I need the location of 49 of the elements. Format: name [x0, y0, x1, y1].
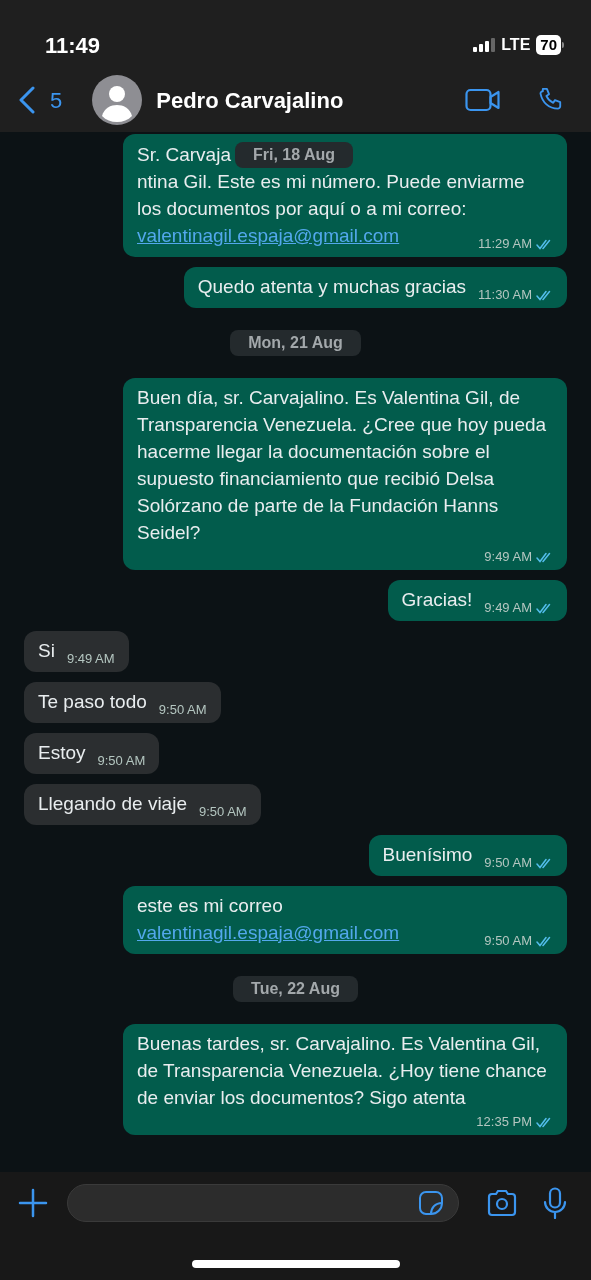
message-time: 12:35 PM — [476, 1114, 532, 1130]
message-time: 9:50 AM — [198, 804, 247, 820]
email-link[interactable]: valentinagil.espaja@gmail.com — [137, 919, 400, 946]
message-text: este es mi correo — [137, 894, 284, 918]
unread-count[interactable]: 5 — [50, 83, 63, 117]
message-text: Gracias! — [401, 588, 473, 612]
message-text: Quedo atenta y muchas gracias — [197, 275, 467, 299]
message-time: 11:30 AM — [478, 287, 532, 303]
message-time: 9:49 AM — [484, 600, 532, 616]
double-check-icon — [536, 1116, 553, 1128]
signal-icon — [473, 38, 496, 52]
double-check-icon — [536, 935, 553, 947]
message-text: Llegando de viaje — [38, 792, 187, 816]
message-text: Buenas tardes, sr. Carvajalino. Es Valentina Gil, de Transparencia Venezuela. ¿Hoy tiene chance de enviar los documentos? Sigo atenta — [137, 1032, 548, 1110]
message-text: ntina Gil. Este es mi número. Puede enviarme los documentos por aquí o a mi correo: — [137, 170, 526, 221]
plus-icon[interactable] — [18, 1188, 48, 1218]
message-time: 9:50 AM — [158, 702, 207, 718]
clock-time: 11:49 — [45, 31, 101, 60]
date-chip: Fri, 18 Aug — [235, 142, 354, 168]
double-check-icon — [536, 289, 553, 301]
battery-indicator: 70 — [536, 35, 561, 55]
message-text: Buen día, sr. Carvajalino. Es Valentina Gil, de Transparencia Venezuela. ¿Cree que hoy pueda hacerme llegar la documentación sobre el supuesto financiamiento que recibió Delsa Solórzano de parte de la Fundación Hanns Seidel? — [137, 386, 548, 545]
message-time: 9:50 AM — [484, 933, 532, 949]
double-check-icon — [536, 857, 553, 869]
message-text: Si — [38, 639, 55, 663]
contact-name[interactable]: Pedro Carvajalino — [156, 83, 465, 117]
camera-icon[interactable] — [486, 1189, 518, 1217]
message-time: 9:49 AM — [66, 651, 115, 667]
message-input-field[interactable] — [67, 1184, 459, 1222]
sticker-icon[interactable] — [418, 1190, 444, 1216]
date-chip: Tue, 22 Aug — [233, 976, 358, 1002]
avatar-silhouette-icon[interactable] — [92, 75, 143, 125]
date-chip: Mon, 21 Aug — [230, 330, 361, 356]
message-text: Buenísimo — [382, 843, 473, 867]
message-time: 9:49 AM — [484, 549, 532, 565]
microphone-icon[interactable] — [543, 1187, 567, 1219]
message-time: 11:29 AM — [478, 236, 532, 252]
double-check-icon — [536, 238, 553, 250]
double-check-icon — [536, 602, 553, 614]
message-text: Te paso todo — [38, 690, 147, 714]
double-check-icon — [536, 551, 553, 563]
email-link[interactable]: valentinagil.espaja@gmail.com — [137, 222, 400, 249]
video-camera-icon[interactable] — [465, 88, 501, 112]
message-text: Sr. Carvaja — [137, 142, 231, 167]
back-chevron-icon[interactable] — [18, 86, 36, 114]
message-time: 9:50 AM — [484, 855, 532, 871]
message-time: 9:50 AM — [97, 753, 146, 769]
network-label: LTE — [501, 35, 531, 55]
message-text: Estoy — [38, 741, 86, 765]
